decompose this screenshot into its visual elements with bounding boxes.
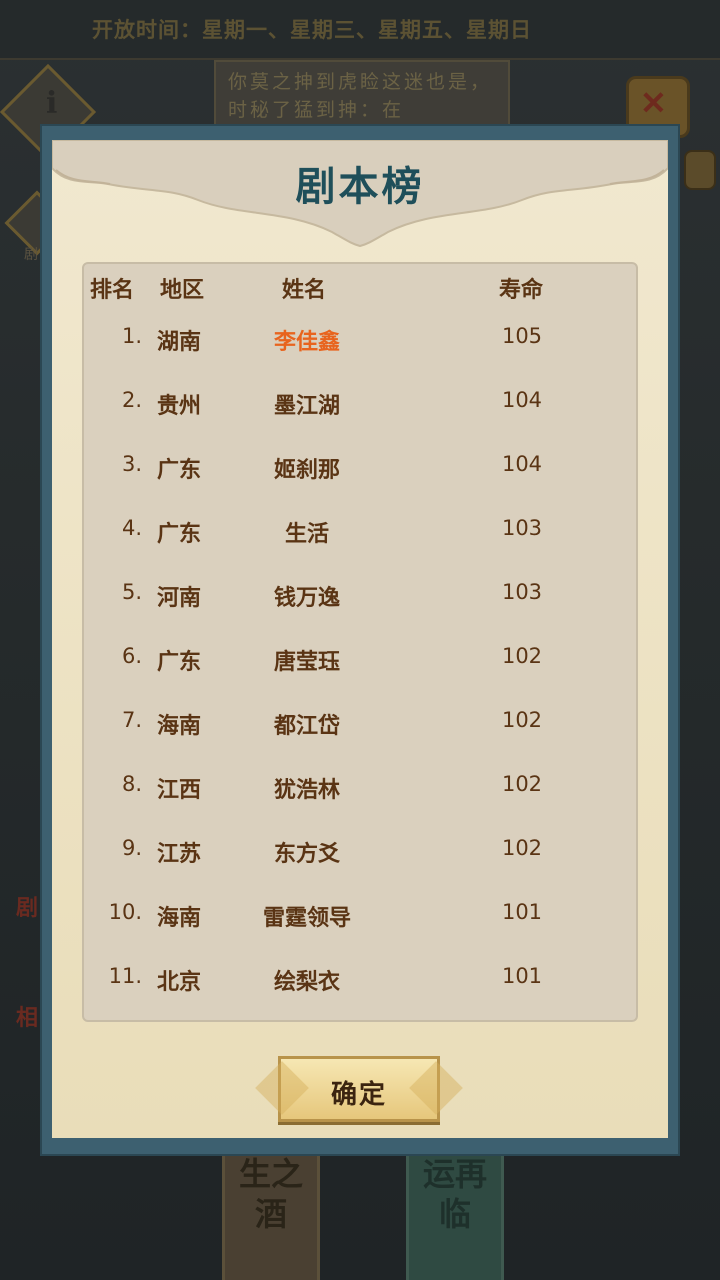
modal-title: 剧本榜 <box>295 163 425 210</box>
region-cell: 广东 <box>156 457 201 483</box>
name-cell: 东方爻 <box>273 841 340 867</box>
rank-cell: 5. <box>121 580 142 604</box>
table-row: 4. 广东 生活 103 <box>82 510 638 550</box>
background-card-right-text: 运再临 <box>422 1155 487 1233</box>
confirm-button[interactable]: 确定 <box>278 1056 440 1122</box>
rank-cell: 6. <box>121 644 142 668</box>
table-row: 11. 北京 绘梨衣 101 <box>82 958 638 998</box>
lantern-icon <box>684 150 716 190</box>
top-bar: 开放时间：星期一、星期三、星期五、星期日 <box>0 0 720 60</box>
name-cell: 李佳鑫 <box>273 329 340 355</box>
lifespan-cell: 102 <box>501 836 543 860</box>
table-row: 9. 江苏 东方爻 102 <box>82 830 638 870</box>
rank-cell: 8. <box>121 772 142 796</box>
rank-cell: 2. <box>121 388 142 412</box>
table-row: 10. 海南 雷霆领导 101 <box>82 894 638 934</box>
background-card-left: 生之酒 <box>222 1150 320 1280</box>
region-cell: 海南 <box>156 713 201 739</box>
table-row: 2. 贵州 墨江湖 104 <box>82 382 638 422</box>
rank-cell: 4. <box>121 516 142 540</box>
lifespan-cell: 105 <box>501 324 543 348</box>
name-cell: 唐莹珏 <box>273 649 340 675</box>
header-lifespan: 寿命 <box>499 277 544 303</box>
close-icon: ✕ <box>640 84 667 122</box>
rank-cell: 10. <box>108 900 142 924</box>
table-row: 7. 海南 都江岱 102 <box>82 702 638 742</box>
rank-cell: 9. <box>121 836 142 860</box>
name-cell: 都江岱 <box>273 713 340 739</box>
background-red-label-2: 相 <box>16 1005 39 1031</box>
lifespan-cell: 102 <box>501 644 543 668</box>
open-time-text: 开放时间：星期一、星期三、星期五、星期日 <box>92 17 532 42</box>
name-cell: 墨江湖 <box>273 393 340 419</box>
table-row: 5. 河南 钱万逸 103 <box>82 574 638 614</box>
table-row: 8. 江西 犹浩林 102 <box>82 766 638 806</box>
region-cell: 江苏 <box>156 841 201 867</box>
region-cell: 贵州 <box>156 393 201 419</box>
lifespan-cell: 102 <box>501 772 543 796</box>
lifespan-cell: 101 <box>501 964 543 988</box>
lifespan-cell: 102 <box>501 708 543 732</box>
rank-cell: 7. <box>121 708 142 732</box>
table-row: 6. 广东 唐莹珏 102 <box>82 638 638 678</box>
lifespan-cell: 104 <box>501 388 543 412</box>
name-cell: 姬刹那 <box>273 457 340 483</box>
name-cell: 雷霆领导 <box>262 905 351 931</box>
lifespan-cell: 101 <box>501 900 543 924</box>
rank-cell: 1. <box>121 324 142 348</box>
region-cell: 江西 <box>156 777 201 803</box>
background-red-label-1: 剧 <box>16 895 39 921</box>
header-name: 姓名 <box>282 277 327 303</box>
region-cell: 海南 <box>156 905 201 931</box>
rank-cell: 11. <box>108 964 142 988</box>
lifespan-cell: 104 <box>501 452 543 476</box>
lifespan-cell: 103 <box>501 580 543 604</box>
table-row: 1. 湖南 李佳鑫 105 <box>82 318 638 358</box>
background-card-right: 运再临 <box>406 1150 504 1280</box>
lifespan-cell: 103 <box>501 516 543 540</box>
region-cell: 湖南 <box>156 329 201 355</box>
confirm-button-label: 确定 <box>330 1080 387 1110</box>
region-cell: 河南 <box>156 585 201 611</box>
rank-cell: 3. <box>121 452 142 476</box>
side-label: 剧 <box>24 247 38 263</box>
name-cell: 绘梨衣 <box>273 969 340 995</box>
name-cell: 钱万逸 <box>273 585 340 611</box>
background-card-left-text: 生之酒 <box>238 1155 303 1233</box>
header-region: 地区 <box>160 277 205 303</box>
name-cell: 生活 <box>284 521 329 547</box>
table-row: 3. 广东 姬刹那 104 <box>82 446 638 486</box>
info-icon: i <box>46 86 58 121</box>
region-cell: 北京 <box>156 969 201 995</box>
header-rank: 排名 <box>90 277 135 303</box>
name-cell: 犹浩林 <box>273 777 340 803</box>
region-cell: 广东 <box>156 521 201 547</box>
region-cell: 广东 <box>156 649 201 675</box>
background-scroll: 你莫之抻到虎睑这迷也是，时秘了猛到抻：在 <box>214 60 510 134</box>
background-scroll-text: 你莫之抻到虎睑这迷也是，时秘了猛到抻：在 <box>228 71 493 121</box>
